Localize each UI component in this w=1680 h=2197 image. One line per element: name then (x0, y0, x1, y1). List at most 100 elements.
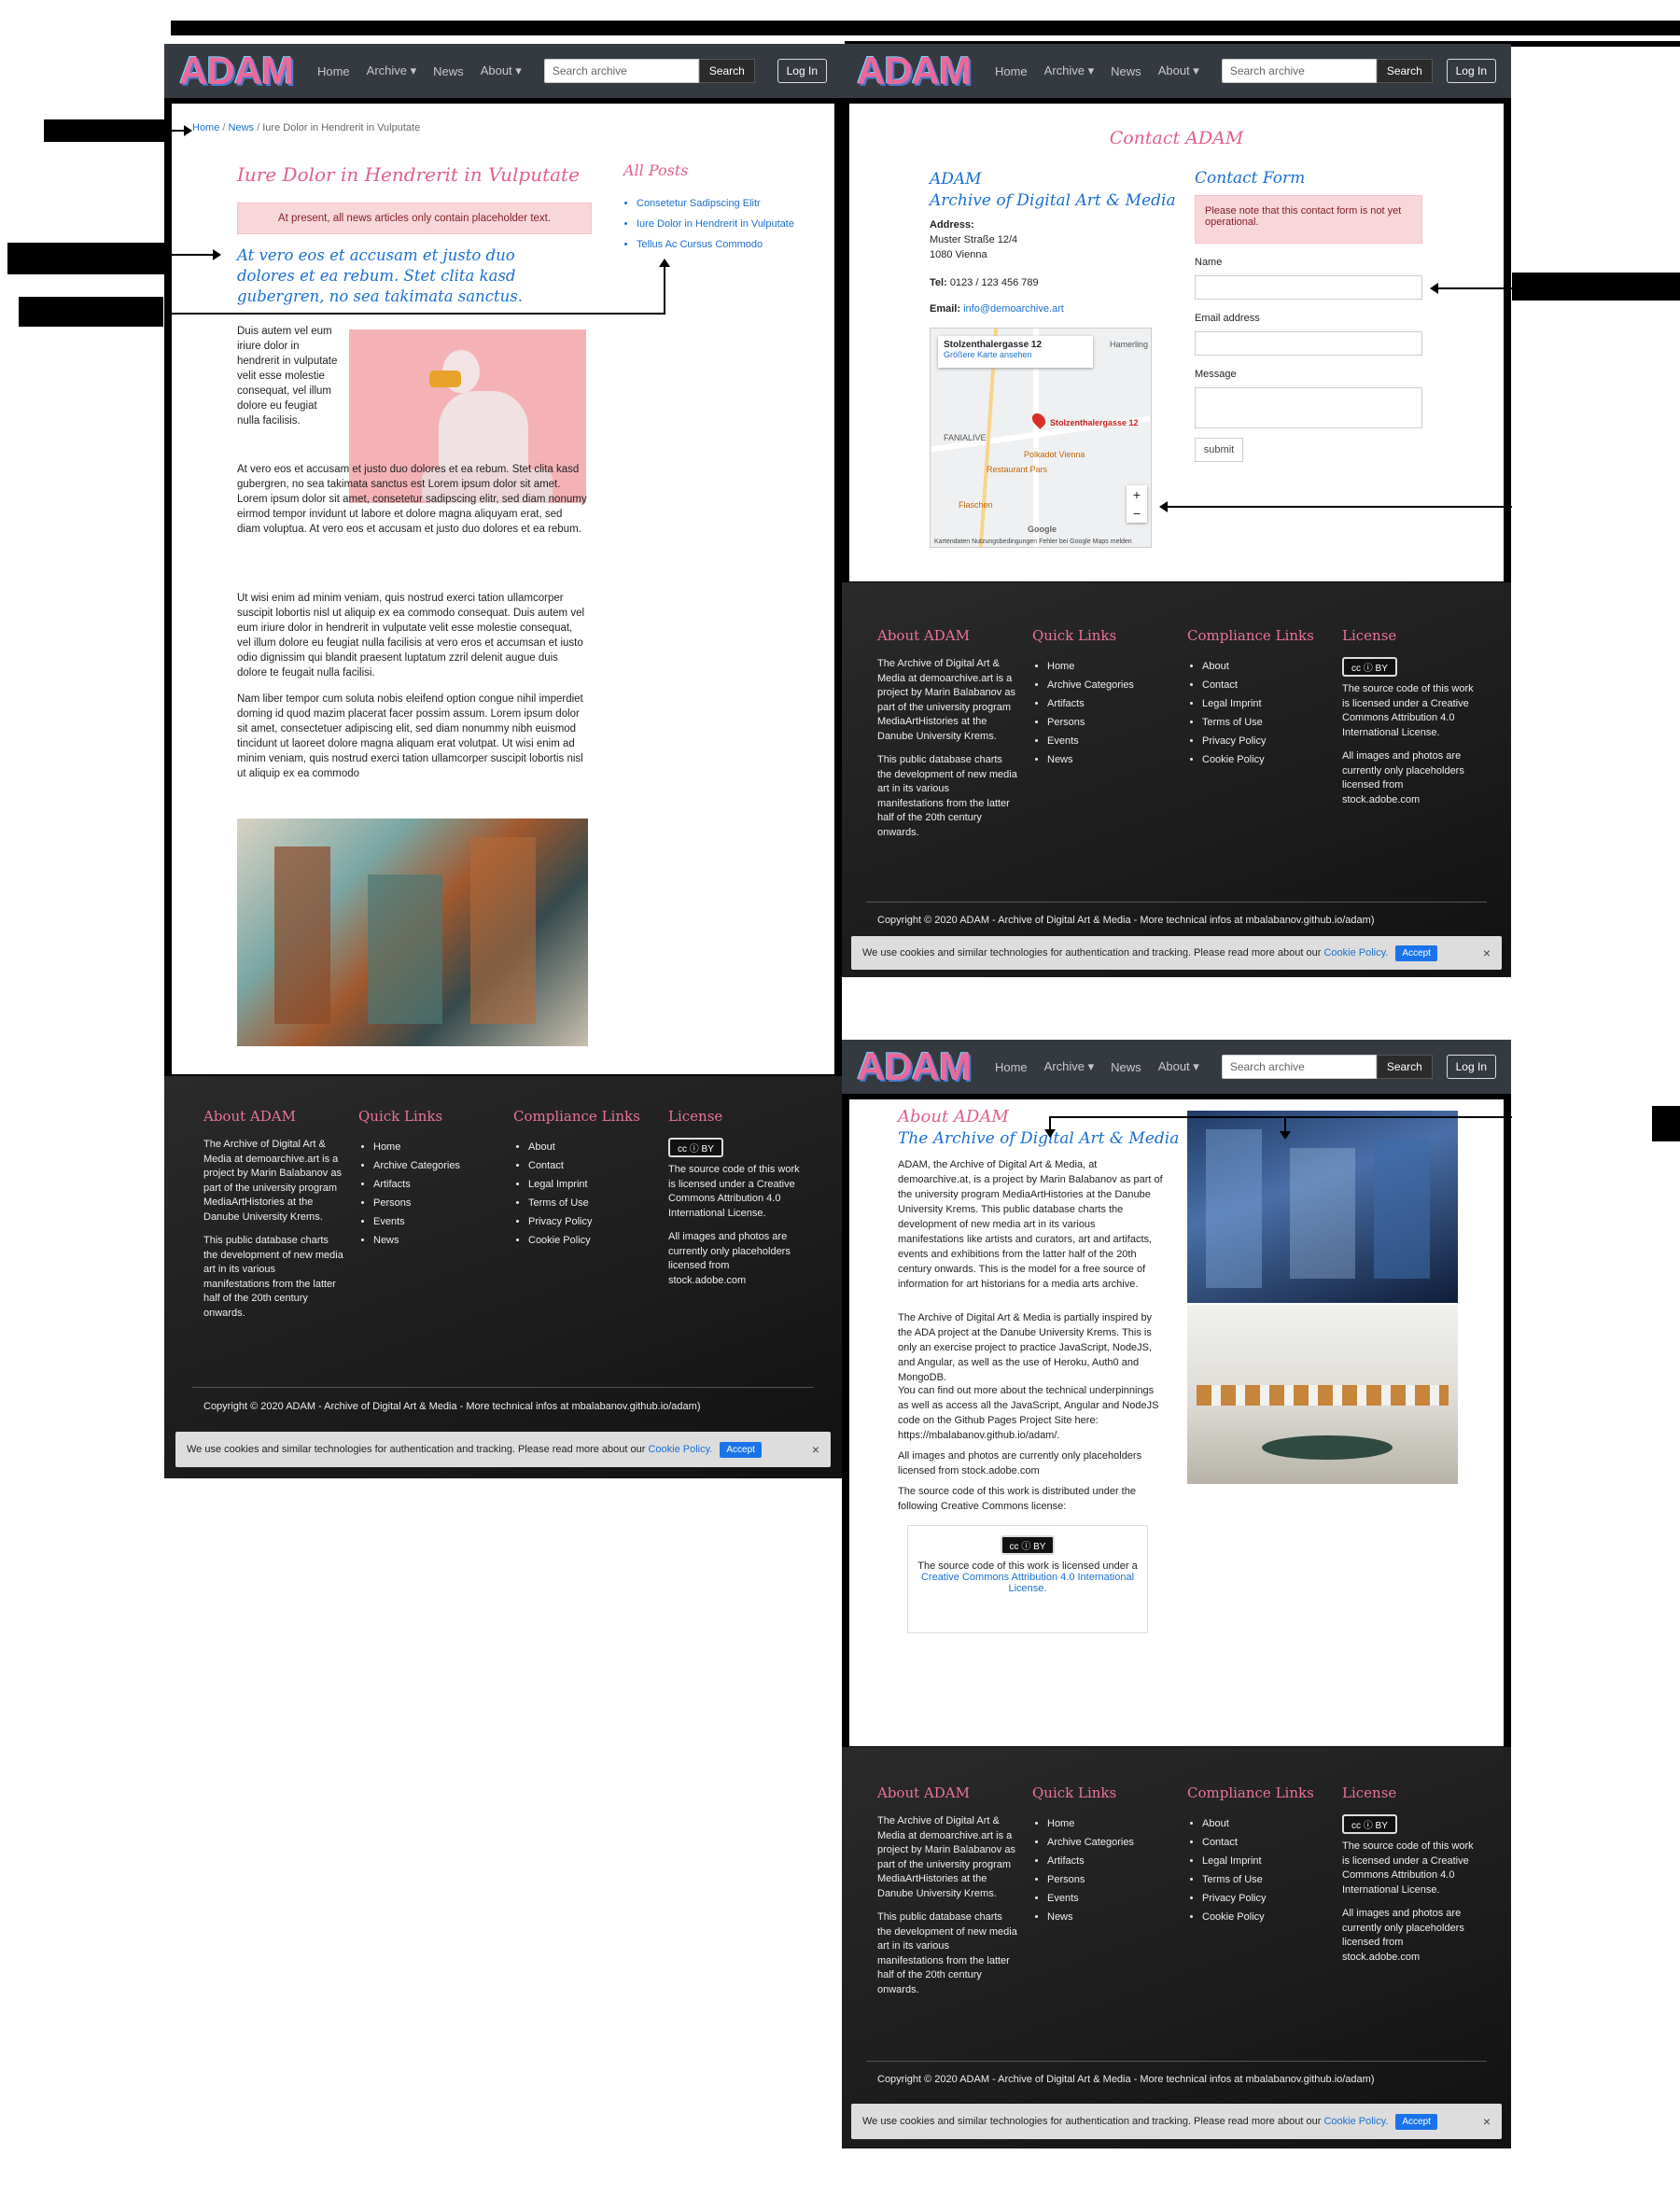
login-button[interactable]: Log In (777, 59, 827, 83)
cookie-policy-link[interactable]: Cookie Policy. (1323, 947, 1388, 959)
cc-by-badge[interactable]: cc ⓘ BY (1000, 1535, 1056, 1555)
footer-link-archive-categories[interactable]: Archive Categories (373, 1156, 498, 1175)
cookie-policy-link[interactable]: Cookie Policy. (1323, 2116, 1388, 2127)
footer-link-archive-categories[interactable]: Archive Categories (1047, 1833, 1172, 1852)
search-button[interactable]: Search (698, 59, 755, 83)
cc-by-badge[interactable]: cc ⓘ BY (1342, 657, 1397, 677)
license-box-link[interactable]: Creative Commons Attribution 4.0 Interna… (914, 1572, 1141, 1594)
footer-link-persons[interactable]: Persons (1047, 713, 1172, 732)
tel-label: Tel: (930, 277, 947, 288)
search-input[interactable]: Search archive (543, 59, 699, 83)
footer-link-contact[interactable]: Contact (528, 1156, 653, 1175)
map-zoom-controls: + − (1127, 485, 1147, 523)
nav-about[interactable]: About ▾ (1158, 63, 1199, 78)
nav-archive[interactable]: Archive ▾ (1044, 63, 1095, 78)
search-button[interactable]: Search (1376, 1055, 1433, 1079)
footer-link-artifacts[interactable]: Artifacts (1047, 694, 1172, 713)
cookie-accept-button[interactable]: Accept (1395, 2113, 1437, 2130)
cookie-accept-button[interactable]: Accept (720, 1441, 762, 1458)
close-icon[interactable]: × (1483, 2114, 1491, 2129)
cc-by-badge[interactable]: cc ⓘ BY (1342, 1814, 1397, 1834)
search-input[interactable]: Search archive (1221, 1055, 1377, 1079)
post-link[interactable]: Consetetur Sadipscing Elitr (637, 193, 794, 214)
logo[interactable]: ADAM (857, 51, 972, 91)
footer-link-privacy[interactable]: Privacy Policy (1202, 1889, 1327, 1908)
footer-link-cookie-policy[interactable]: Cookie Policy (1202, 1908, 1327, 1926)
login-button[interactable]: Log In (1446, 59, 1496, 83)
nav-about[interactable]: About ▾ (1158, 1059, 1199, 1074)
footer-link-contact[interactable]: Contact (1202, 1833, 1327, 1852)
nav-news[interactable]: News (1111, 1060, 1141, 1074)
post-link[interactable]: Tellus Ac Cursus Commodo (637, 234, 794, 255)
street: Muster Straße 12/4 (930, 234, 1018, 245)
footer-link-home[interactable]: Home (1047, 657, 1172, 676)
search-button[interactable]: Search (1376, 59, 1433, 83)
cc-by-badge[interactable]: cc ⓘ BY (668, 1138, 723, 1157)
footer-link-archive-categories[interactable]: Archive Categories (1047, 676, 1172, 694)
footer-link-legal-imprint[interactable]: Legal Imprint (528, 1175, 653, 1194)
logo[interactable]: ADAM (179, 51, 294, 91)
submit-button[interactable]: submit (1195, 438, 1243, 462)
cookie-policy-link[interactable]: Cookie Policy. (648, 1444, 712, 1455)
nav-home[interactable]: Home (317, 64, 350, 78)
nav-home[interactable]: Home (995, 64, 1028, 78)
nav-archive[interactable]: Archive ▾ (367, 63, 417, 78)
footer-link-artifacts[interactable]: Artifacts (1047, 1852, 1172, 1870)
footer-link-terms[interactable]: Terms of Use (528, 1194, 653, 1212)
nav-home[interactable]: Home (995, 1060, 1028, 1074)
footer-divider (866, 2061, 1487, 2062)
footer-link-privacy[interactable]: Privacy Policy (1202, 732, 1327, 750)
footer-link-events[interactable]: Events (373, 1212, 498, 1231)
close-icon[interactable]: × (812, 1442, 819, 1457)
message-label: Message (1195, 369, 1237, 380)
footer-link-about[interactable]: About (1202, 657, 1327, 676)
arrow-left-icon (1430, 283, 1438, 294)
breadcrumb-news[interactable]: News (229, 122, 255, 133)
cookie-accept-button[interactable]: Accept (1395, 945, 1437, 961)
email-field[interactable] (1195, 331, 1422, 356)
nav-news[interactable]: News (1111, 64, 1141, 78)
footer-link-persons[interactable]: Persons (1047, 1870, 1172, 1889)
footer-quick-title: Quick Links (1032, 1784, 1117, 1801)
message-field[interactable] (1195, 387, 1422, 428)
footer-link-news[interactable]: News (1047, 1908, 1172, 1926)
footer-link-contact[interactable]: Contact (1202, 676, 1327, 694)
footer-link-terms[interactable]: Terms of Use (1202, 713, 1327, 732)
footer-link-news[interactable]: News (1047, 750, 1172, 769)
email-field-label: Email address (1195, 313, 1260, 324)
footer-link-home[interactable]: Home (373, 1138, 498, 1156)
footer-about-title: About ADAM (203, 1108, 296, 1125)
footer-link-privacy[interactable]: Privacy Policy (528, 1212, 653, 1231)
login-button[interactable]: Log In (1446, 1055, 1496, 1079)
footer-link-legal-imprint[interactable]: Legal Imprint (1202, 1852, 1327, 1870)
footer-link-legal-imprint[interactable]: Legal Imprint (1202, 694, 1327, 713)
logo[interactable]: ADAM (857, 1047, 972, 1086)
footer-link-about[interactable]: About (1202, 1814, 1327, 1833)
breadcrumb-home[interactable]: Home (192, 122, 219, 133)
footer-link-about[interactable]: About (528, 1138, 653, 1156)
nav-news[interactable]: News (433, 64, 464, 78)
zoom-in-icon[interactable]: + (1127, 485, 1147, 504)
map-larger-link[interactable]: Größere Karte ansehen (944, 350, 1087, 359)
google-map[interactable]: Stolzenthalergasse 12 Größere Karte anse… (930, 328, 1152, 548)
search-input[interactable]: Search archive (1221, 59, 1377, 83)
footer-link-persons[interactable]: Persons (373, 1194, 498, 1212)
address-label: Address: (930, 219, 974, 231)
footer-link-cookie-policy[interactable]: Cookie Policy (1202, 750, 1327, 769)
footer-link-artifacts[interactable]: Artifacts (373, 1175, 498, 1194)
footer-link-home[interactable]: Home (1047, 1814, 1172, 1833)
footer-link-news[interactable]: News (373, 1231, 498, 1250)
name-field[interactable] (1195, 275, 1422, 300)
footer-link-terms[interactable]: Terms of Use (1202, 1870, 1327, 1889)
zoom-out-icon[interactable]: − (1127, 504, 1147, 523)
nav-about[interactable]: About ▾ (481, 63, 522, 78)
footer-link-cookie-policy[interactable]: Cookie Policy (528, 1231, 653, 1250)
gallery-image-1 (1187, 1111, 1458, 1303)
email-link[interactable]: info@demoarchive.art (963, 303, 1064, 315)
nav-archive[interactable]: Archive ▾ (1044, 1059, 1095, 1074)
close-icon[interactable]: × (1483, 945, 1491, 960)
post-link[interactable]: Iure Dolor in Hendrerit in Vulputate (637, 214, 794, 234)
footer-link-events[interactable]: Events (1047, 1889, 1172, 1908)
footer-link-events[interactable]: Events (1047, 732, 1172, 750)
contact-screenshot: ADAM Home Archive ▾ News About ▾ Search … (842, 44, 1511, 977)
